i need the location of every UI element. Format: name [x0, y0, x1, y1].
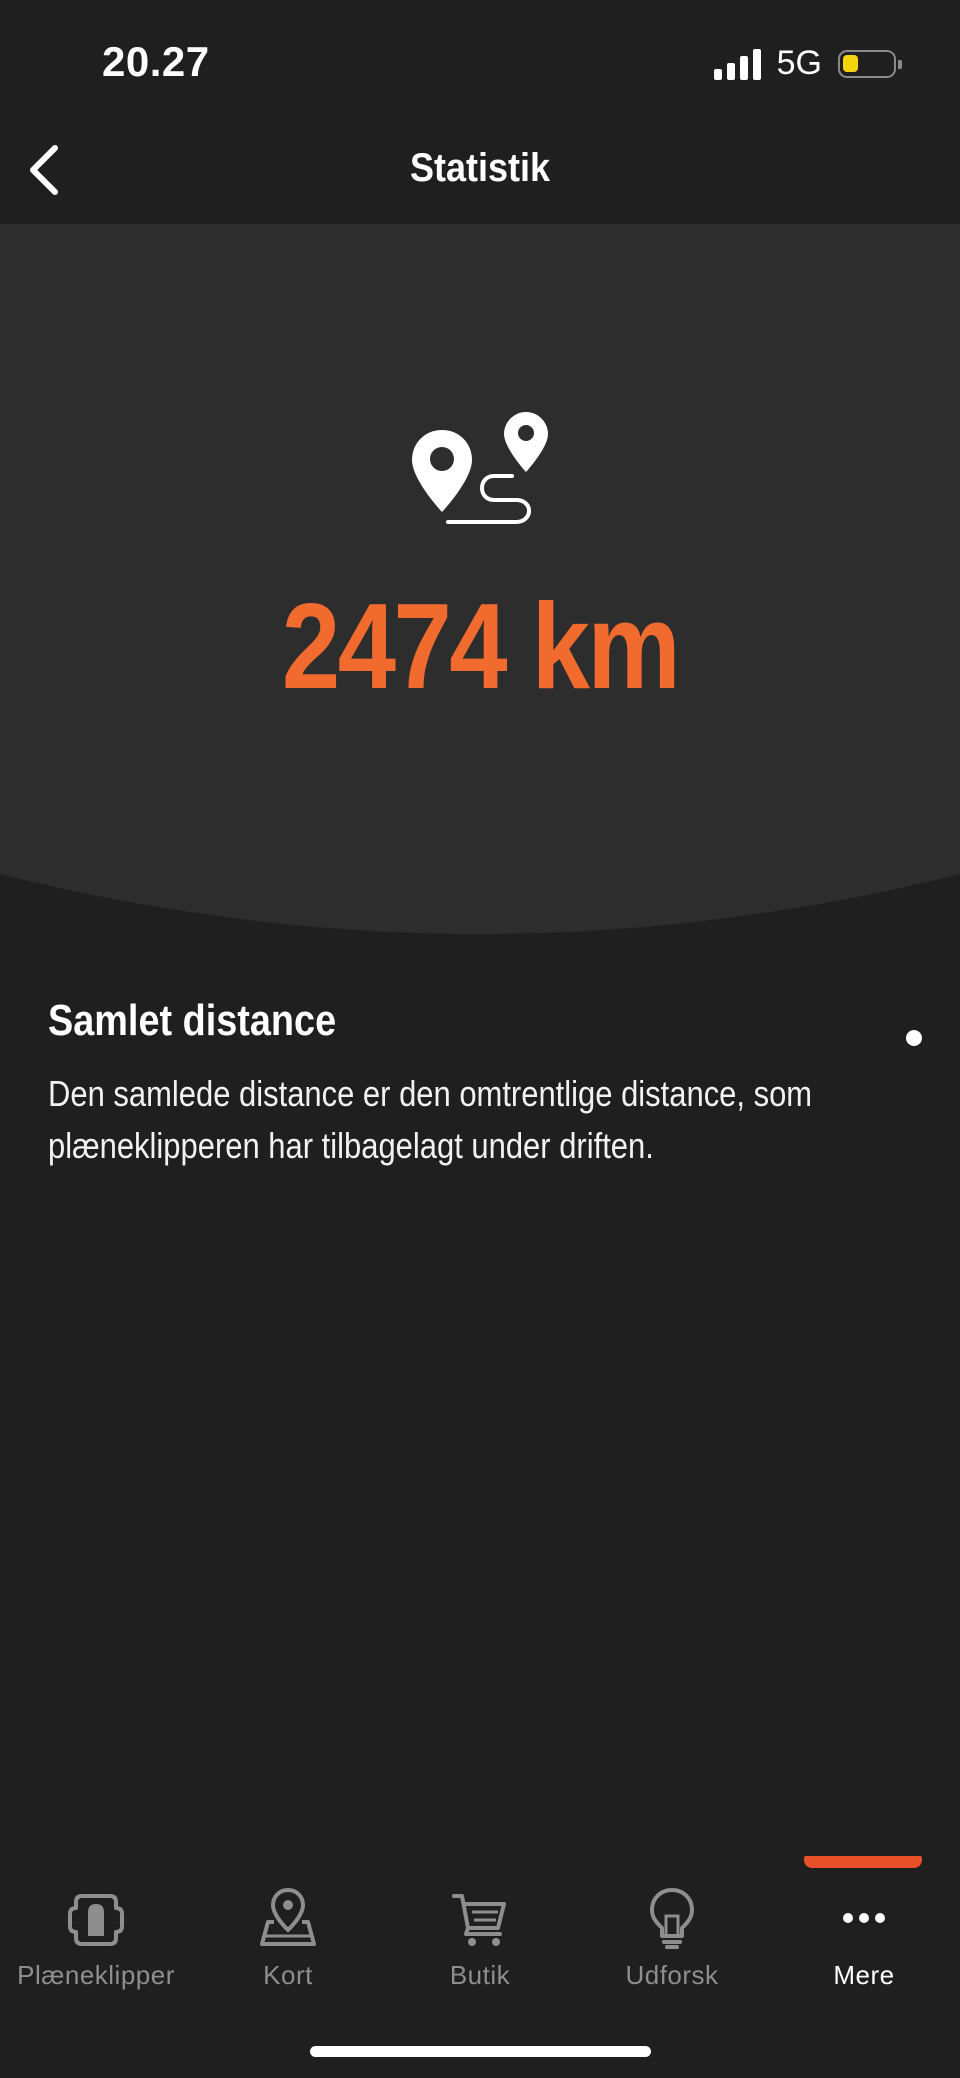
page-indicator-dot [906, 1030, 922, 1046]
tab-label: Mere [833, 1960, 895, 1990]
page-title: Statistik [409, 146, 551, 190]
cart-icon [452, 1894, 506, 1946]
route-icon [412, 412, 548, 524]
tab-label: Udforsk [625, 1960, 719, 1990]
network-label: 5G [776, 44, 822, 82]
hero-section: 2474 km [0, 224, 960, 940]
lightbulb-icon [650, 1888, 694, 1949]
map-icon [260, 1887, 316, 1946]
signal-icon [713, 48, 761, 80]
more-icon [843, 1913, 885, 1923]
info-section: Samlet distance Den samlede distance er … [48, 996, 922, 1172]
status-time: 20.27 [102, 38, 210, 85]
active-tab-indicator [804, 1856, 922, 1868]
tab-butik[interactable]: Butik [384, 1886, 576, 1991]
info-description: Den samlede distance er den omtrentlige … [48, 1073, 813, 1166]
tab-label: Plæneklipper [17, 1960, 175, 1990]
tab-label: Kort [263, 1960, 313, 1990]
tab-plaeneklipper[interactable]: Plæneklipper [0, 1886, 192, 1991]
home-indicator [310, 2046, 651, 2057]
tab-kort[interactable]: Kort [192, 1886, 384, 1991]
mower-icon [68, 1894, 124, 1946]
tab-mere[interactable]: Mere [768, 1886, 960, 1991]
tab-label: Butik [449, 1960, 511, 1990]
nav-header: Statistik [0, 120, 960, 224]
tab-bar: Plæneklipper Kort Butik Udforsk Mere [0, 1856, 960, 2078]
tab-udforsk[interactable]: Udforsk [576, 1886, 768, 1991]
status-indicators: 5G [713, 44, 902, 83]
total-distance-value: 2474 km [281, 578, 681, 714]
info-title: Samlet distance [48, 996, 337, 1045]
status-bar: 20.27 5G [0, 0, 960, 120]
battery-icon [838, 49, 902, 78]
